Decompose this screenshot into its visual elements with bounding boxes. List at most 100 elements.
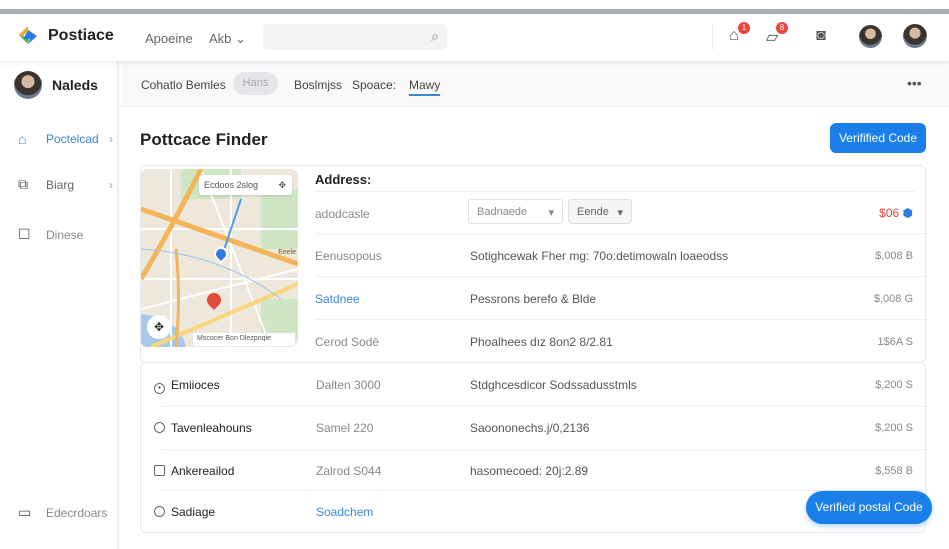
messages-button[interactable]: ▱ 8 bbox=[762, 22, 788, 47]
map-search-text: Ecdoos 2slog bbox=[204, 180, 259, 190]
address-select[interactable]: Badnaede ▾ bbox=[468, 199, 563, 224]
divider bbox=[161, 449, 927, 450]
price-value: $06 bbox=[879, 206, 900, 220]
shield-icon: ⬢ bbox=[902, 206, 913, 220]
divider bbox=[712, 24, 713, 50]
sidebar-item-biarg[interactable]: ⧉ Biarg › bbox=[18, 176, 113, 193]
sidebar-user[interactable]: Naleds bbox=[14, 71, 98, 99]
select-value: Eende bbox=[577, 206, 609, 218]
comment-icon: ▭ bbox=[18, 504, 32, 520]
brand-name: Postiace bbox=[48, 27, 114, 44]
inbox-icon: ⧉ bbox=[18, 176, 28, 192]
map-attribution: Mscocer Bon Dlezpnqie bbox=[193, 333, 295, 346]
item-name: Ankereailod bbox=[171, 464, 235, 478]
radio[interactable] bbox=[154, 506, 165, 517]
message-badge: 8 bbox=[776, 22, 788, 34]
radio[interactable] bbox=[154, 422, 165, 433]
chevron-down-icon: ⌄ bbox=[235, 31, 246, 46]
map-search-chip[interactable]: Ecdoos 2slog ✥ bbox=[199, 175, 292, 195]
item-name: Tavenleahouns bbox=[171, 421, 252, 435]
field-value: Phoalhees dız 8on2 8/2.81 bbox=[470, 335, 613, 349]
price-value: $,558 B bbox=[875, 465, 913, 477]
item-value: hasomecoed: 20j:2.89 bbox=[470, 464, 589, 478]
divider bbox=[315, 233, 927, 234]
verify-code-button[interactable]: Verifified Code bbox=[830, 123, 926, 153]
field-label: adodcasle bbox=[315, 207, 370, 221]
select-value: Badnaede bbox=[477, 206, 528, 218]
price-value: 1$6A S bbox=[877, 336, 913, 348]
nav-item[interactable]: Apoeine bbox=[145, 31, 193, 46]
sidebar: Naleds ⌂ Poctelcad › ⧉ Biarg › ☐ Dinese ▭ Edec… bbox=[0, 61, 119, 549]
notifications-button[interactable]: ⌂ 1 bbox=[724, 22, 750, 47]
radio-checked[interactable]: • bbox=[154, 383, 165, 394]
map-road-label: Eeele bbox=[278, 249, 296, 256]
verify-postal-code-button[interactable]: Verified postal Code bbox=[806, 491, 932, 524]
avatar bbox=[14, 71, 42, 99]
item-name: Emiioces bbox=[171, 378, 220, 392]
price-value: $,008 B bbox=[875, 250, 913, 262]
search-input[interactable]: ⌕ bbox=[263, 24, 447, 50]
locate-icon: ✥ bbox=[278, 180, 286, 190]
item-value: Saoononechs.j/0,2136 bbox=[470, 421, 590, 435]
map-pan-control-icon[interactable]: ✥ bbox=[147, 315, 171, 339]
address-heading: Address: bbox=[315, 172, 372, 187]
divider bbox=[315, 319, 927, 320]
sidebar-item-bottom[interactable]: ▭ Edecrdoars bbox=[18, 504, 113, 521]
notification-badge: 1 bbox=[738, 22, 750, 34]
item-link[interactable]: Soadchem bbox=[316, 505, 373, 519]
address-card: Ecdoos 2slog ✥ Eeele ✥ Mscocer Bon Dlezpn… bbox=[140, 165, 927, 363]
logo-icon bbox=[19, 26, 37, 44]
avatar[interactable] bbox=[859, 25, 882, 48]
chevron-right-icon: › bbox=[109, 177, 113, 192]
item-code: Samel 220 bbox=[316, 421, 374, 435]
square-icon: ☐ bbox=[18, 226, 31, 242]
sidebar-item-label: Edecrdoars bbox=[46, 505, 108, 520]
divider bbox=[161, 406, 927, 407]
tab-pill[interactable]: Hans bbox=[233, 72, 278, 95]
price-value: $,200 S bbox=[875, 379, 913, 391]
item-name: Sadiage bbox=[171, 505, 216, 519]
divider bbox=[161, 490, 927, 491]
divider bbox=[315, 191, 915, 192]
camera-icon: ◙ bbox=[816, 27, 826, 44]
divider bbox=[315, 276, 927, 277]
item-value: Stdghcesdicor Sodssadusstmls bbox=[470, 378, 637, 392]
tab-active[interactable]: Mawy bbox=[409, 78, 441, 96]
sidebar-item-label: Dinese bbox=[46, 227, 84, 242]
field-label-link[interactable]: Satdnee bbox=[315, 292, 360, 306]
user-name: Naleds bbox=[52, 77, 98, 93]
nav-label: Akb bbox=[209, 31, 232, 46]
tab-item[interactable]: Cohatlo Bemles bbox=[141, 78, 226, 92]
field-value: Sotighcewak Fher mg: 70o:detimowaln loae… bbox=[470, 249, 729, 263]
sidebar-item-dinese[interactable]: ☐ Dinese bbox=[18, 226, 113, 243]
sidebar-item-label: Biarg bbox=[46, 177, 75, 192]
field-label: Eenusopous bbox=[315, 249, 382, 263]
page-title: Pottcace Finder bbox=[140, 130, 268, 149]
chevron-right-icon: › bbox=[109, 132, 113, 146]
app-header: Postiace Apoeine Akb ⌄ ⌕ ⌂ 1 ▱ 8 ◙ bbox=[0, 14, 949, 61]
camera-button[interactable]: ◙ bbox=[811, 27, 831, 47]
item-code: Zalrod S044 bbox=[316, 464, 382, 478]
sidebar-item-postcode[interactable]: ⌂ Poctelcad › bbox=[18, 131, 113, 147]
chevron-down-icon: ▾ bbox=[617, 207, 623, 219]
chevron-down-icon: ▾ bbox=[548, 207, 554, 219]
more-options-icon[interactable]: ••• bbox=[907, 75, 922, 91]
type-select[interactable]: Eende ▾ bbox=[568, 199, 632, 224]
home-icon: ⌂ bbox=[18, 131, 27, 147]
field-label: Cerod Sodē bbox=[315, 335, 380, 349]
tab-item[interactable]: Spoace: bbox=[352, 78, 396, 92]
sub-navigation: Cohatlo Bemles Hans Boslmjss Spoace: Maw… bbox=[121, 61, 949, 107]
item-code: Dalten 3000 bbox=[316, 378, 381, 392]
search-icon: ⌕ bbox=[431, 28, 439, 44]
field-value: Pessrons berefo & Blde bbox=[470, 292, 597, 306]
nav-dropdown[interactable]: Akb ⌄ bbox=[209, 31, 246, 47]
price-value: $,008 G bbox=[873, 293, 913, 305]
brand-logo[interactable]: Postiace bbox=[16, 24, 114, 48]
map-view[interactable]: Ecdoos 2slog ✥ Eeele ✥ Mscocer Bon Dlezpn… bbox=[141, 169, 298, 347]
price-value: $,200 S bbox=[875, 422, 913, 434]
tab-item[interactable]: Boslmjss bbox=[294, 78, 342, 92]
sidebar-item-label: Poctelcad bbox=[46, 132, 99, 146]
checkbox[interactable] bbox=[154, 465, 165, 476]
price-alert: $06 ⬢ bbox=[879, 206, 913, 220]
avatar[interactable] bbox=[903, 24, 927, 48]
